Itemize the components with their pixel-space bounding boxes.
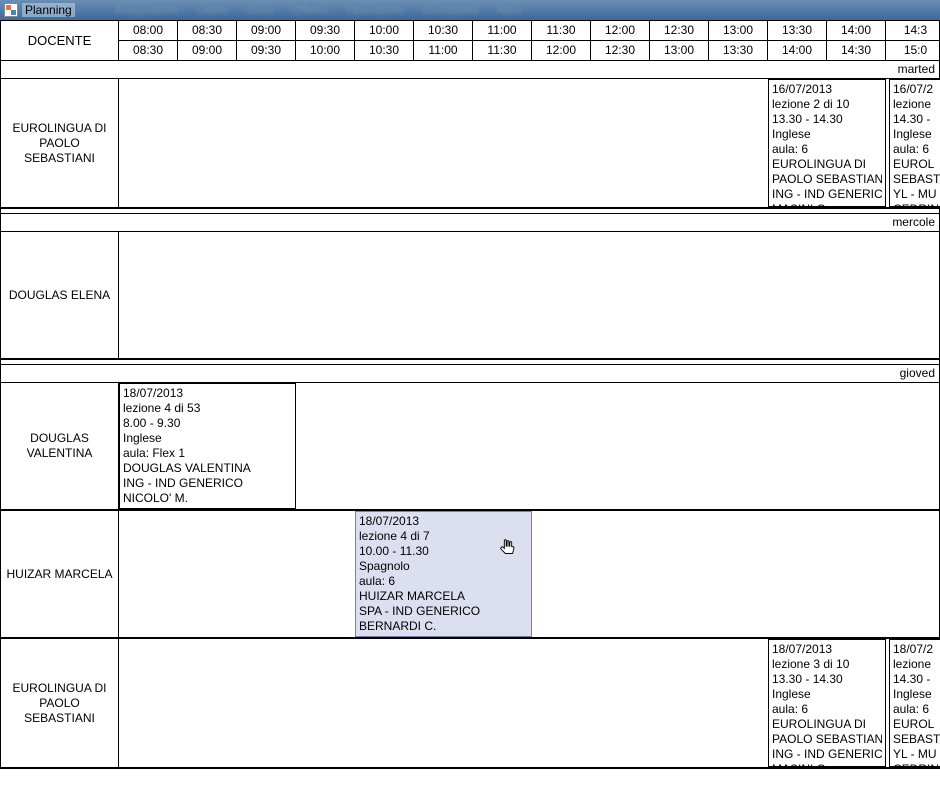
time-header-row: DOCENTE 08:0008:30 08:3009:00 09:0009:30… bbox=[1, 21, 939, 61]
menubar-blurred: AnagraficheListiniCorsiOfferteOperazioni… bbox=[75, 3, 936, 17]
lesson-block[interactable]: 18/07/2013 lezione 3 di 10 13.30 - 14.30… bbox=[768, 639, 886, 767]
lesson-block[interactable]: 18/07/2 lezione 14.30 - Inglese aula: 6 … bbox=[889, 639, 940, 767]
timeline[interactable]: 18/07/2013 lezione 4 di 7 10.00 - 11.30 … bbox=[119, 511, 939, 637]
day-label-thu: gioved bbox=[1, 365, 939, 382]
day-label-tue: marted bbox=[1, 61, 939, 78]
lesson-block[interactable]: 16/07/2013 lezione 2 di 10 13.30 - 14.30… bbox=[768, 79, 886, 207]
lesson-block-selected[interactable]: 18/07/2013 lezione 4 di 7 10.00 - 11.30 … bbox=[355, 511, 532, 637]
schedule-row-douglas-valentina[interactable]: DOUGLAS VALENTINA 18/07/2013 lezione 4 d… bbox=[1, 382, 939, 510]
titlebar: Planning AnagraficheListiniCorsiOfferteO… bbox=[0, 0, 940, 20]
docente-header: DOCENTE bbox=[1, 21, 119, 60]
schedule-row-douglas-elena[interactable]: DOUGLAS ELENA bbox=[1, 231, 939, 359]
lesson-block[interactable]: 18/07/2013 lezione 4 di 53 8.00 - 9.30 I… bbox=[119, 383, 296, 509]
planning-grid[interactable]: DOCENTE 08:0008:30 08:3009:00 09:0009:30… bbox=[0, 20, 940, 769]
lesson-block[interactable]: 16/07/2 lezione 14.30 - Inglese aula: 6 … bbox=[889, 79, 940, 207]
teacher-cell: DOUGLAS ELENA bbox=[1, 232, 119, 358]
window-title: Planning bbox=[22, 3, 75, 17]
teacher-cell: EUROLINGUA DI PAOLO SEBASTIANI bbox=[1, 639, 119, 767]
time-columns: 08:0008:30 08:3009:00 09:0009:30 09:3010… bbox=[119, 21, 939, 60]
timeline[interactable]: 18/07/2013 lezione 3 di 10 13.30 - 14.30… bbox=[119, 639, 939, 767]
teacher-cell: HUIZAR MARCELA bbox=[1, 511, 119, 637]
timeline[interactable] bbox=[119, 232, 939, 358]
day-label-wed: mercole bbox=[1, 214, 939, 231]
schedule-row-eurolingua-tue[interactable]: EUROLINGUA DI PAOLO SEBASTIANI 16/07/201… bbox=[1, 78, 939, 208]
window-icon bbox=[4, 3, 18, 17]
schedule-row-eurolingua-thu[interactable]: EUROLINGUA DI PAOLO SEBASTIANI 18/07/201… bbox=[1, 638, 939, 768]
teacher-cell: EUROLINGUA DI PAOLO SEBASTIANI bbox=[1, 79, 119, 207]
schedule-row-huizar[interactable]: HUIZAR MARCELA 18/07/2013 lezione 4 di 7… bbox=[1, 510, 939, 638]
timeline[interactable]: 16/07/2013 lezione 2 di 10 13.30 - 14.30… bbox=[119, 79, 939, 207]
teacher-cell: DOUGLAS VALENTINA bbox=[1, 383, 119, 509]
timeline[interactable]: 18/07/2013 lezione 4 di 53 8.00 - 9.30 I… bbox=[119, 383, 939, 509]
